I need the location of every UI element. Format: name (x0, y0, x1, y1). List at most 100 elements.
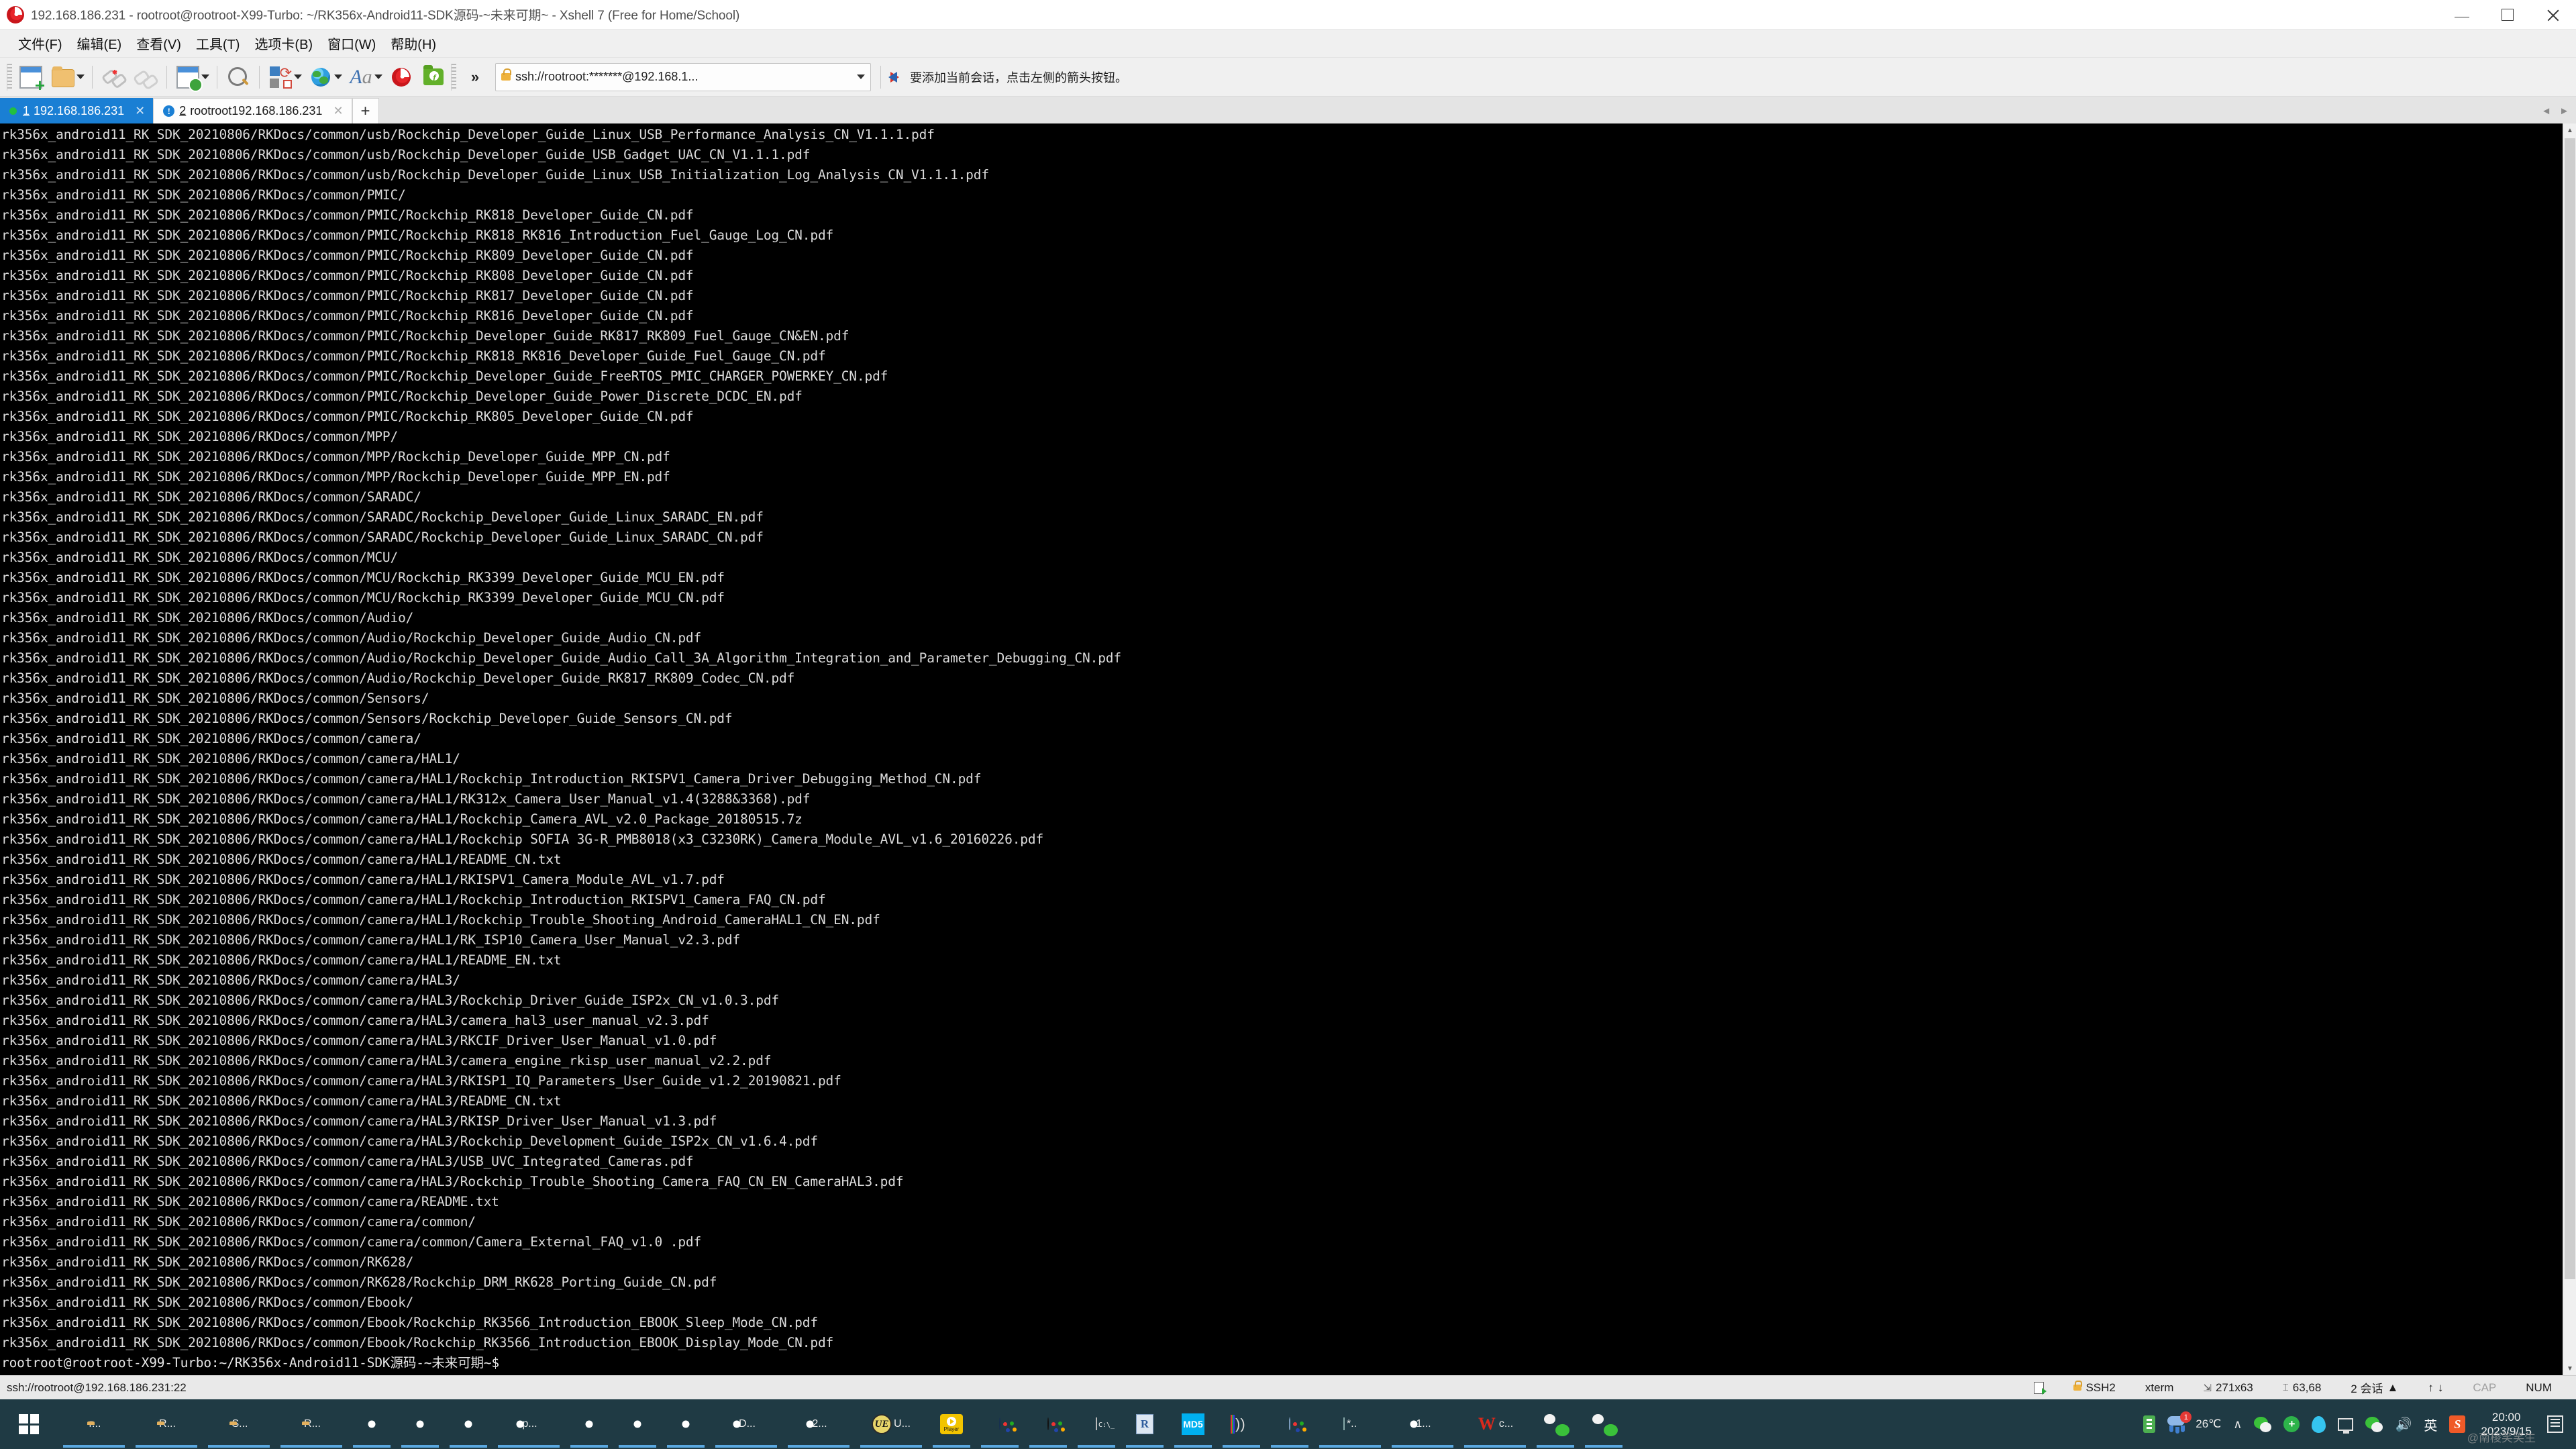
tray-wechat-icon-2[interactable] (2359, 1416, 2389, 1432)
taskbar-item-wechat[interactable] (1531, 1399, 1580, 1449)
menu-help[interactable]: 帮助(H) (383, 32, 444, 55)
toolbar: Aa ƒ » ssh://rootroot:*******@192.168.1.… (0, 58, 2576, 97)
terminal-scrollbar[interactable]: ▲ ▼ (2563, 123, 2576, 1375)
terminal-line: rk356x_android11_RK_SDK_20210806/RKDocs/… (1, 670, 795, 686)
taskbar-item-paint[interactable] (1266, 1399, 1314, 1449)
menu-edit[interactable]: 编辑(E) (70, 32, 130, 55)
menu-view[interactable]: 查看(V) (129, 32, 189, 55)
scroll-down-icon[interactable]: ▼ (2563, 1362, 2576, 1375)
minimize-button[interactable] (2439, 0, 2485, 30)
taskbar-item-folder[interactable]: R... (130, 1399, 203, 1449)
tab-close-icon[interactable]: ✕ (333, 104, 343, 118)
menu-tools[interactable]: 工具(T) (189, 32, 248, 55)
terminal-output[interactable]: rk356x_android11_RK_SDK_20210806/RKDocs/… (0, 123, 2576, 1375)
xshell-window: 192.168.186.231 - rootroot@rootroot-X99-… (0, 0, 2576, 1449)
taskbar-item-chrome[interactable] (662, 1399, 710, 1449)
new-tab-button[interactable]: + (352, 98, 379, 123)
taskbar-item-folder[interactable]: R... (275, 1399, 348, 1449)
tray-volume-icon[interactable]: 🔊 (2389, 1416, 2418, 1433)
taskbar-item-folder[interactable]: r... (58, 1399, 130, 1449)
globe-icon[interactable] (305, 61, 337, 93)
status-transfer-indicators: ↑ ↓ (2413, 1381, 2458, 1395)
tray-wechat-icon[interactable] (2248, 1416, 2277, 1432)
taskbar-item-cmd[interactable] (1072, 1399, 1121, 1449)
find-icon[interactable] (222, 61, 254, 93)
tab-label: 192.168.186.231 (34, 103, 125, 117)
menu-window[interactable]: 窗口(W) (320, 32, 383, 55)
terminal-line: rk356x_android11_RK_SDK_20210806/RKDocs/… (1, 630, 702, 646)
taskbar-item-chrome[interactable]: D... (710, 1399, 782, 1449)
status-sessions[interactable]: 2 会话 ▲ (2336, 1379, 2413, 1396)
terminal-line: rk356x_android11_RK_SDK_20210806/RKDocs/… (1, 368, 888, 384)
taskbar-item-audio[interactable]: )) (1217, 1399, 1266, 1449)
tab-close-icon[interactable]: ✕ (135, 104, 145, 118)
tray-expand-icon[interactable]: ∧ (2227, 1417, 2248, 1432)
taskbar-item-chrome[interactable] (565, 1399, 613, 1449)
xftp-icon[interactable]: ƒ (417, 61, 450, 93)
menu-tabs[interactable]: 选项卡(B) (247, 32, 320, 55)
tray-cloud-icon[interactable] (2306, 1415, 2332, 1433)
session-address-input[interactable]: ssh://rootroot:*******@192.168.1... (495, 62, 871, 91)
address-dropdown-icon[interactable] (857, 74, 865, 79)
start-button[interactable] (0, 1399, 58, 1449)
status-log-icon[interactable] (2019, 1381, 2059, 1395)
scrollbar-thumb[interactable] (2565, 138, 2575, 1279)
toolbar-grip-2[interactable] (451, 63, 456, 91)
taskbar-item-wechat[interactable] (1580, 1399, 1628, 1449)
taskbar-item-md5[interactable]: MD5 (1169, 1399, 1217, 1449)
reconnect-icon[interactable] (130, 61, 162, 93)
tray-usb-icon[interactable] (2137, 1415, 2161, 1433)
font-icon[interactable]: Aa (345, 61, 377, 93)
taskbar-item-chrome[interactable]: p... (493, 1399, 565, 1449)
terminal-line: rk356x_android11_RK_SDK_20210806/RKDocs/… (1, 1013, 709, 1028)
taskbar-active-indicator (208, 1445, 270, 1448)
terminal-line: rk356x_android11_RK_SDK_20210806/RKDocs/… (1, 972, 460, 988)
taskbar-item-atom[interactable] (976, 1399, 1024, 1449)
terminal-line: rk356x_android11_RK_SDK_20210806/RKDocs/… (1, 1214, 476, 1230)
terminal-line: rk356x_android11_RK_SDK_20210806/RKDocs/… (1, 590, 725, 605)
close-button[interactable] (2530, 0, 2576, 30)
taskbar-item-rstudio[interactable]: R (1121, 1399, 1169, 1449)
taskbar-item-chrome[interactable] (444, 1399, 493, 1449)
disconnect-icon[interactable] (97, 61, 130, 93)
tray-security-icon[interactable]: + (2277, 1416, 2306, 1432)
xshell-icon[interactable] (385, 61, 417, 93)
taskbar-item-wps[interactable]: Wc... (1459, 1399, 1531, 1449)
taskbar-item-chrome[interactable] (613, 1399, 662, 1449)
menu-file[interactable]: 文件(F) (11, 32, 70, 55)
toolbar-overflow-icon[interactable]: » (459, 61, 491, 93)
status-protocol: SSH2 (2059, 1381, 2130, 1395)
terminal-line: rk356x_android11_RK_SDK_20210806/RKDocs/… (1, 1093, 562, 1109)
tab-bar: 1 192.168.186.231 ✕ ! 2 rootroot192.168.… (0, 97, 2576, 123)
app-icon (7, 5, 24, 23)
taskbar-item-ultraedit[interactable]: UE U... (855, 1399, 927, 1449)
open-folder-icon[interactable] (47, 61, 79, 93)
toolbar-grip[interactable] (7, 63, 12, 91)
tray-weather[interactable]: 1 26℃ (2161, 1411, 2227, 1434)
tray-ime-icon[interactable]: 英 (2418, 1415, 2443, 1434)
taskbar-item-xshell[interactable]: 1... (1386, 1399, 1459, 1449)
terminal-line: rk356x_android11_RK_SDK_20210806/RKDocs/… (1, 711, 733, 726)
taskbar-item-player[interactable]: Player (927, 1399, 976, 1449)
terminal-line: rk356x_android11_RK_SDK_20210806/RKDocs/… (1, 1154, 694, 1169)
taskbar-item-chrome[interactable] (396, 1399, 444, 1449)
hint-arrow-icon (888, 71, 899, 83)
properties-icon[interactable] (172, 61, 204, 93)
notification-icon[interactable] (2541, 1415, 2573, 1433)
new-session-icon[interactable] (15, 61, 47, 94)
tab-session-1[interactable]: 1 192.168.186.231 ✕ (0, 98, 154, 123)
tab-scroll-left-icon[interactable]: ◄ (2541, 105, 2551, 117)
tray-remote-icon[interactable] (2332, 1417, 2359, 1434)
taskbar-item-notepad[interactable]: *.. (1314, 1399, 1386, 1449)
wps-icon: W (1478, 1414, 1496, 1434)
taskbar-item-folder[interactable]: S... (203, 1399, 275, 1449)
tab-session-2[interactable]: ! 2 rootroot192.168.186.231 ✕ (153, 98, 352, 123)
scroll-up-icon[interactable]: ▲ (2563, 123, 2576, 137)
taskbar-item-chrome[interactable]: 2... (782, 1399, 855, 1449)
taskbar-item-chrome[interactable] (348, 1399, 396, 1449)
tab-scroll-right-icon[interactable]: ► (2559, 105, 2569, 117)
taskbar-item-label: U... (894, 1418, 911, 1430)
taskbar-item-burner[interactable] (1024, 1399, 1072, 1449)
maximize-button[interactable] (2485, 0, 2530, 30)
transfer-icon[interactable] (264, 61, 297, 93)
